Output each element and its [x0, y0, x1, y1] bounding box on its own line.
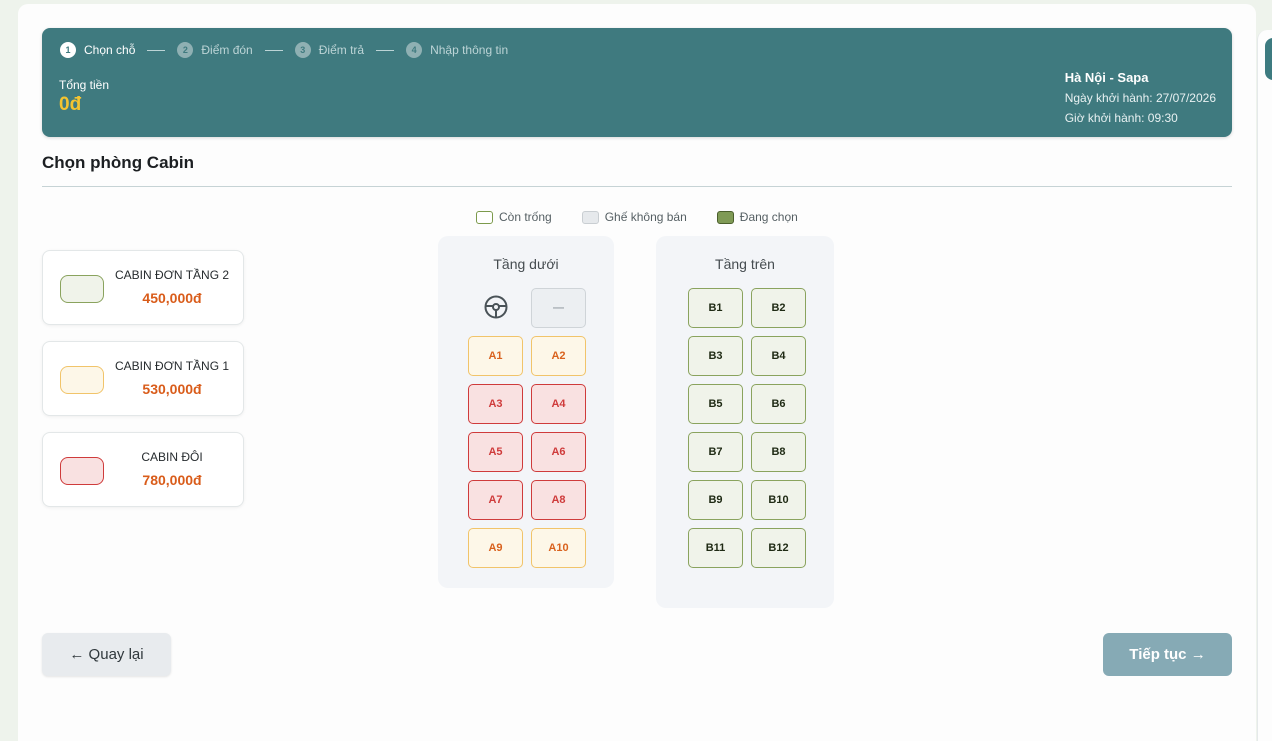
- price-card-single-upper: CABIN ĐƠN TẦNG 2 450,000đ: [42, 250, 244, 325]
- step-label: Điểm đón: [201, 43, 253, 57]
- seat-A1[interactable]: A1: [468, 336, 523, 376]
- seat-A5[interactable]: A5: [468, 432, 523, 472]
- legend-selected: Đang chọn: [716, 210, 798, 224]
- legend-swatch: [581, 210, 599, 224]
- price-swatch: [60, 457, 104, 485]
- seat-B10[interactable]: B10: [751, 480, 806, 520]
- price-card-double: CABIN ĐÔI 780,000đ: [42, 432, 244, 507]
- trip-info: Hà Nội - Sapa Ngày khởi hành: 27/07/2026…: [1065, 68, 1216, 128]
- next-button[interactable]: Tiếp tục →: [1103, 633, 1232, 676]
- seat-A7[interactable]: A7: [468, 480, 523, 520]
- legend-unsold: Ghế không bán: [581, 210, 687, 224]
- step-separator: [264, 49, 283, 51]
- seat-B1[interactable]: B1: [688, 288, 743, 328]
- side-panel-tab[interactable]: [1265, 38, 1272, 80]
- divider: [42, 186, 1232, 187]
- cabin-type-price: 450,000đ: [142, 290, 202, 306]
- seat-A2[interactable]: A2: [531, 336, 586, 376]
- legend-label: Ghế không bán: [604, 210, 687, 224]
- seat-legend: Còn trống Ghế không bán Đang chọn: [476, 210, 798, 224]
- step-pickup[interactable]: 2 Điểm đón: [177, 42, 253, 58]
- step-dropoff[interactable]: 3 Điểm trả: [294, 42, 365, 58]
- total-value: 0đ: [59, 94, 82, 115]
- departure-date: Ngày khởi hành: 27/07/2026: [1064, 91, 1216, 105]
- cabin-type-name: CABIN ĐÔI: [141, 450, 203, 464]
- step-label: Điểm trả: [318, 43, 365, 57]
- step-label: Nhập thông tin: [430, 43, 509, 57]
- step-number: 2: [177, 42, 194, 58]
- seat-B11[interactable]: B11: [688, 528, 743, 568]
- trip-route: Hà Nội - Sapa: [1064, 70, 1149, 85]
- step-number: 4: [406, 42, 423, 58]
- price-swatch: [60, 366, 104, 394]
- cabin-type-price: 780,000đ: [142, 472, 202, 488]
- legend-label: Còn trống: [499, 210, 552, 224]
- cabin-type-name: CABIN ĐƠN TẦNG 1: [114, 359, 230, 373]
- cabin-type-price: 530,000đ: [142, 381, 202, 397]
- seat-B7[interactable]: B7: [688, 432, 743, 472]
- driver-seat: —: [531, 288, 586, 328]
- upper-deck: Tầng trên B1 B2 B3 B4 B5 B6 B7 B8 B9 B10…: [656, 236, 834, 608]
- legend-label: Đang chọn: [739, 210, 798, 224]
- seat-B8[interactable]: B8: [751, 432, 806, 472]
- upper-deck-title: Tầng trên: [715, 256, 775, 272]
- seat-A8[interactable]: A8: [531, 480, 586, 520]
- legend-swatch: [476, 210, 493, 224]
- seat-B6[interactable]: B6: [751, 384, 806, 424]
- legend-available: Còn trống: [476, 210, 552, 224]
- cabin-type-name: CABIN ĐƠN TẦNG 2: [114, 268, 230, 282]
- seat-A4[interactable]: A4: [531, 384, 586, 424]
- step-number: 3: [294, 42, 311, 58]
- lower-deck-title: Tầng dưới: [493, 256, 559, 272]
- step-separator: [147, 49, 166, 51]
- step-number: 1: [60, 42, 76, 58]
- seat-A3[interactable]: A3: [468, 384, 523, 424]
- step-info[interactable]: 4 Nhập thông tin: [406, 42, 508, 58]
- departure-time: Giờ khởi hành: 09:30: [1064, 111, 1178, 125]
- booking-summary-header: 1 Chọn chỗ 2 Điểm đón 3 Điểm trả 4 Nhập …: [42, 28, 1232, 137]
- total-label: Tổng tiền: [59, 78, 110, 92]
- seat-A6[interactable]: A6: [531, 432, 586, 472]
- seat-B3[interactable]: B3: [688, 336, 743, 376]
- seat-B2[interactable]: B2: [751, 288, 806, 328]
- steering-wheel-icon: [484, 295, 508, 319]
- seat-B5[interactable]: B5: [688, 384, 743, 424]
- seat-A10[interactable]: A10: [531, 528, 586, 568]
- back-button[interactable]: ← Quay lại: [42, 633, 171, 676]
- seat-B12[interactable]: B12: [751, 528, 806, 568]
- side-panel: [1257, 30, 1272, 741]
- price-card-single-lower: CABIN ĐƠN TẦNG 1 530,000đ: [42, 341, 244, 416]
- seat-A9[interactable]: A9: [468, 528, 523, 568]
- legend-swatch: [716, 210, 734, 224]
- step-separator: [376, 49, 395, 51]
- stepper: 1 Chọn chỗ 2 Điểm đón 3 Điểm trả 4 Nhập …: [60, 42, 508, 58]
- step-choose-seat[interactable]: 1 Chọn chỗ: [60, 42, 135, 58]
- lower-deck: Tầng dưới — A1 A2 A3 A4 A5 A6 A7 A8 A9 A…: [438, 236, 614, 588]
- seat-B9[interactable]: B9: [688, 480, 743, 520]
- step-label: Chọn chỗ: [84, 43, 136, 57]
- page-title: Chọn phòng Cabin: [42, 153, 195, 172]
- price-swatch: [60, 275, 104, 303]
- seat-B4[interactable]: B4: [751, 336, 806, 376]
